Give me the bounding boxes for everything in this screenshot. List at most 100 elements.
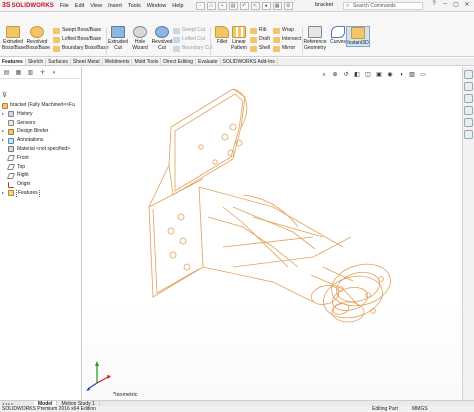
tree-root-part[interactable]: bracket (Fully Machined<<Fu xyxy=(0,101,82,110)
help-icon[interactable]: ? xyxy=(429,1,439,8)
draft-button[interactable]: Draft xyxy=(250,36,270,43)
design-library-icon[interactable] xyxy=(464,82,473,91)
app-brand-name: SOLIDWORKS xyxy=(11,2,54,9)
hole-wizard-icon xyxy=(133,26,147,38)
tree-item-features[interactable]: ▸ Features xyxy=(0,188,82,198)
tree-item-history[interactable]: ▸ History xyxy=(0,110,82,119)
tab-mold-tools[interactable]: Mold Tools xyxy=(132,58,162,65)
hole-wizard-button[interactable]: Hole Wizard xyxy=(129,26,151,51)
menu-view[interactable]: View xyxy=(90,3,102,9)
tab-direct-editing[interactable]: Direct Editing xyxy=(161,58,197,65)
shell-icon xyxy=(250,45,257,52)
lofted-cut-button[interactable]: Lofted Cut xyxy=(173,36,205,43)
tab-features[interactable]: Features xyxy=(0,58,26,65)
tab-weldments[interactable]: Weldments xyxy=(103,58,133,65)
dimxpert-icon[interactable]: ✛ xyxy=(38,69,47,77)
menu-file[interactable]: File xyxy=(60,3,69,9)
rib-button[interactable]: Rib xyxy=(250,27,267,34)
file-explorer-icon[interactable] xyxy=(464,94,473,103)
options-icon[interactable]: ⚙ xyxy=(283,1,293,10)
command-manager-tabs: Features Sketch Surfaces Sheet Metal Wel… xyxy=(0,58,474,66)
close-icon[interactable]: ✕ xyxy=(462,1,472,8)
editing-mode: Editing Part xyxy=(372,406,398,412)
units-selector[interactable]: MMGS xyxy=(412,406,428,412)
boundary-boss-icon xyxy=(53,45,60,52)
rebuild-icon[interactable]: ● xyxy=(261,1,271,10)
swept-cut-button[interactable]: Swept Cut xyxy=(173,27,205,34)
expand-arrow-icon[interactable]: ▸ xyxy=(2,189,7,198)
featuremanager-tree-icon[interactable]: ▤ xyxy=(2,69,11,77)
tree-item-top-plane[interactable]: Top xyxy=(0,163,82,172)
menu-edit[interactable]: Edit xyxy=(75,3,84,9)
boundary-boss-button[interactable]: Boundary Boss/Base xyxy=(53,45,109,52)
custom-properties-icon[interactable] xyxy=(464,130,473,139)
wrap-button[interactable]: Wrap xyxy=(273,27,294,34)
graphics-area[interactable]: ⌕ ⊕ ↺ ◧ ◫ ▣ ◉ ◑ ▨ ▭ *Isometric xyxy=(83,67,461,400)
tree-item-sensors[interactable]: Sensors xyxy=(0,119,82,128)
filter-icon[interactable]: ⊽ xyxy=(2,91,7,99)
menu-tools[interactable]: Tools xyxy=(128,3,141,9)
minimize-icon[interactable]: – xyxy=(440,1,450,8)
linear-pattern-button[interactable]: Linear Pattern xyxy=(228,26,250,51)
tab-sketch[interactable]: Sketch xyxy=(26,58,47,65)
lofted-boss-button[interactable]: Lofted Boss/Base xyxy=(53,36,101,43)
extruded-boss-label: Extruded Boss/Base xyxy=(2,39,26,51)
tab-surfaces[interactable]: Surfaces xyxy=(46,58,71,65)
tree-item-label: Material <not specified> xyxy=(17,145,71,152)
mirror-button[interactable]: Mirror xyxy=(273,45,295,52)
file-properties-icon[interactable]: ▦ xyxy=(272,1,282,10)
display-manager-icon[interactable]: ◐ xyxy=(50,69,59,77)
boundary-cut-button[interactable]: Boundary Cut xyxy=(173,45,213,52)
expand-arrow-icon[interactable]: ▸ xyxy=(2,136,7,145)
revolved-boss-button[interactable]: Revolved Boss/Base xyxy=(26,26,50,51)
extruded-cut-button[interactable]: Extruded Cut xyxy=(107,26,129,51)
tree-item-front-plane[interactable]: Front xyxy=(0,154,82,163)
tab-evaluate[interactable]: Evaluate xyxy=(196,58,221,65)
save-icon[interactable]: ▪ xyxy=(217,1,227,10)
tab-sheet-metal[interactable]: Sheet Metal xyxy=(71,58,103,65)
tab-solidworks-add-ins[interactable]: SOLIDWORKS Add-Ins xyxy=(221,58,278,65)
intersect-button[interactable]: Intersect xyxy=(273,36,301,43)
tree-item-material[interactable]: Material <not specified> xyxy=(0,145,82,154)
search-commands-input[interactable]: ⌕ Search Commands xyxy=(343,2,423,10)
tree-root-label: bracket (Fully Machined<<Fu xyxy=(10,102,75,108)
select-icon[interactable]: ↖ xyxy=(250,1,260,10)
menu-help[interactable]: Help xyxy=(172,3,183,9)
hole-wizard-label: Hole Wizard xyxy=(132,39,148,51)
expand-arrow-icon[interactable]: ▸ xyxy=(2,110,7,119)
tree-item-annotations[interactable]: ▸ Annotations xyxy=(0,136,82,145)
print-icon[interactable]: ▤ xyxy=(228,1,238,10)
revolved-cut-button[interactable]: Revolved Cut xyxy=(151,26,173,51)
wrap-icon xyxy=(273,27,280,34)
open-icon[interactable]: ▱ xyxy=(206,1,216,10)
view-palette-icon[interactable] xyxy=(464,106,473,115)
tree-item-label: Front xyxy=(17,154,29,161)
sensors-icon xyxy=(8,120,14,127)
expand-arrow-icon[interactable]: ▸ xyxy=(2,127,7,136)
solidworks-resources-icon[interactable] xyxy=(464,70,473,79)
configuration-manager-icon[interactable]: ▥ xyxy=(26,69,35,77)
undo-icon[interactable]: ↶ xyxy=(239,1,249,10)
new-document-icon[interactable]: ▫ xyxy=(195,1,205,10)
property-manager-icon[interactable]: ▦ xyxy=(14,69,23,77)
tree-item-right-plane[interactable]: Right xyxy=(0,171,82,180)
tree-item-origin[interactable]: Origin xyxy=(0,180,82,189)
menu-bar: File Edit View Insert Tools Window Help xyxy=(60,3,190,9)
reference-geometry-button[interactable]: Reference Geometry xyxy=(303,26,327,51)
swept-boss-icon xyxy=(53,27,60,34)
maximize-icon[interactable]: ▢ xyxy=(451,1,461,8)
title-bar: 3S SOLIDWORKS File Edit View Insert Tool… xyxy=(0,0,474,12)
menu-window[interactable]: Window xyxy=(147,3,167,9)
ds-logo-icon: 3S xyxy=(2,2,11,9)
instant3d-button[interactable]: Instant3D xyxy=(346,26,370,47)
shell-button[interactable]: Shell xyxy=(250,45,270,52)
solidworks-logo[interactable]: 3S SOLIDWORKS xyxy=(2,0,54,12)
swept-boss-button[interactable]: Swept Boss/Base xyxy=(53,27,101,34)
tree-item-design-binder[interactable]: ▸ Design Binder xyxy=(0,127,82,136)
extruded-boss-button[interactable]: Extruded Boss/Base xyxy=(2,26,26,51)
appearances-icon[interactable] xyxy=(464,118,473,127)
tree-item-label: Annotations xyxy=(17,137,44,144)
tree-item-label: Sensors xyxy=(17,119,36,126)
menu-insert[interactable]: Insert xyxy=(108,3,122,9)
extruded-cut-label: Extruded Cut xyxy=(107,39,128,51)
